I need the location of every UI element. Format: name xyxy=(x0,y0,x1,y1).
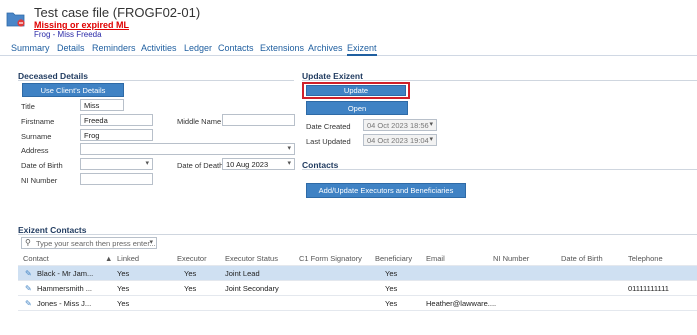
cell-executor: Yes xyxy=(184,269,197,278)
tab-exizent[interactable]: Exizent xyxy=(347,43,377,56)
tab-details[interactable]: Details xyxy=(57,43,85,53)
col-beneficiary[interactable]: Beneficiary xyxy=(375,254,412,263)
last-updated-field: 04 Oct 2023 19:04 ▾ xyxy=(363,134,437,146)
dob-field[interactable]: ▾ xyxy=(80,158,153,170)
case-folder-icon xyxy=(6,10,26,28)
firstname-field[interactable]: Freeda xyxy=(80,114,153,126)
cell-email: Heather@lawware.... xyxy=(426,299,497,308)
grid-header-row: Contact ▲ Linked Executor Executor Statu… xyxy=(18,251,697,266)
cell-contact: Black - Mr Jam... xyxy=(37,269,94,278)
date-created-value: 04 Oct 2023 18:56 xyxy=(367,121,429,130)
tab-bar: Summary Details Reminders Activities Led… xyxy=(0,42,697,56)
cell-executor-status: Joint Secondary xyxy=(225,284,279,293)
tab-extensions[interactable]: Extensions xyxy=(260,43,304,53)
last-updated-value: 04 Oct 2023 19:04 xyxy=(367,136,429,145)
chevron-down-icon[interactable]: ▾ xyxy=(145,159,149,167)
missing-ml-warning[interactable]: Missing or expired ML xyxy=(34,20,129,30)
firstname-label: Firstname xyxy=(21,117,55,126)
search-icon: ⚲ xyxy=(25,238,31,247)
col-email[interactable]: Email xyxy=(426,254,445,263)
cell-linked: Yes xyxy=(117,299,130,308)
cell-beneficiary: Yes xyxy=(385,284,398,293)
date-created-label: Date Created xyxy=(306,122,351,131)
cell-contact: Jones - Miss J... xyxy=(37,299,92,308)
cell-linked: Yes xyxy=(117,269,130,278)
surname-label: Surname xyxy=(21,132,52,141)
col-telephone[interactable]: Telephone xyxy=(628,254,663,263)
ni-number-label: NI Number xyxy=(21,176,58,185)
cell-telephone: 01111111111 xyxy=(628,284,669,293)
address-label: Address xyxy=(21,146,49,155)
open-button[interactable]: Open xyxy=(306,101,408,115)
chevron-down-icon[interactable]: ▾ xyxy=(287,144,291,152)
edit-pencil-icon[interactable]: ✎ xyxy=(25,269,32,278)
ni-number-field[interactable] xyxy=(80,173,153,185)
cell-executor-status: Joint Lead xyxy=(225,269,260,278)
divider xyxy=(302,80,697,81)
chevron-down-icon[interactable]: ▾ xyxy=(287,159,291,167)
cell-contact: Hammersmith ... xyxy=(37,284,93,293)
address-field[interactable]: ▾ xyxy=(80,143,295,155)
date-created-field: 04 Oct 2023 18:56 ▾ xyxy=(363,119,437,131)
header: Test case file (FROGF02-01) Missing or e… xyxy=(0,0,697,42)
tab-reminders[interactable]: Reminders xyxy=(92,43,136,53)
middle-name-field[interactable] xyxy=(222,114,295,126)
cell-executor: Yes xyxy=(184,284,197,293)
search-placeholder: Type your search then press enter... xyxy=(36,239,156,248)
col-executor-status[interactable]: Executor Status xyxy=(225,254,278,263)
exizent-contacts-grid: Contact ▲ Linked Executor Executor Statu… xyxy=(18,251,697,335)
table-row[interactable]: ✎ Black - Mr Jam... Yes Yes Joint Lead Y… xyxy=(18,266,697,281)
cell-beneficiary: Yes xyxy=(385,299,398,308)
divider xyxy=(302,169,697,170)
col-executor[interactable]: Executor xyxy=(177,254,207,263)
table-row[interactable]: ✎ Hammersmith ... Yes Yes Joint Secondar… xyxy=(18,281,697,296)
last-updated-label: Last Updated xyxy=(306,137,351,146)
tab-contacts[interactable]: Contacts xyxy=(218,43,254,53)
divider xyxy=(18,80,294,81)
surname-field[interactable]: Frog xyxy=(80,129,153,141)
col-contact[interactable]: Contact xyxy=(23,254,49,263)
client-link[interactable]: Frog - Miss Freeda xyxy=(34,30,102,39)
dob-label: Date of Birth xyxy=(21,161,63,170)
cell-linked: Yes xyxy=(117,284,130,293)
col-date-of-birth[interactable]: Date of Birth xyxy=(561,254,603,263)
col-ni-number[interactable]: NI Number xyxy=(493,254,529,263)
edit-pencil-icon[interactable]: ✎ xyxy=(25,299,32,308)
divider xyxy=(18,234,697,235)
use-clients-details-button[interactable]: Use Client's Details xyxy=(22,83,124,97)
dod-value: 10 Aug 2023 xyxy=(226,160,269,169)
tab-activities[interactable]: Activities xyxy=(141,43,177,53)
table-row[interactable]: ✎ Jones - Miss J... Yes Yes Heather@laww… xyxy=(18,296,697,311)
cell-beneficiary: Yes xyxy=(385,269,398,278)
col-c1-form-signatory[interactable]: C1 Form Signatory xyxy=(299,254,362,263)
update-button[interactable]: Update xyxy=(306,85,406,96)
col-linked[interactable]: Linked xyxy=(117,254,139,263)
dod-label: Date of Death xyxy=(177,161,224,170)
tab-archives[interactable]: Archives xyxy=(308,43,343,53)
tab-ledger[interactable]: Ledger xyxy=(184,43,212,53)
tab-summary[interactable]: Summary xyxy=(11,43,50,53)
case-title: Test case file (FROGF02-01) xyxy=(34,5,201,20)
contacts-search-input[interactable]: ⚲ Type your search then press enter... ▾ xyxy=(21,237,157,249)
add-update-executors-button[interactable]: Add/Update Executors and Beneficiaries xyxy=(306,183,466,198)
edit-pencil-icon[interactable]: ✎ xyxy=(25,284,32,293)
title-field[interactable]: Miss xyxy=(80,99,124,111)
chevron-down-icon: ▾ xyxy=(429,121,433,128)
dod-field[interactable]: 10 Aug 2023 ▾ xyxy=(222,158,295,170)
sort-up-icon[interactable]: ▲ xyxy=(105,254,112,263)
middle-name-label: Middle Name xyxy=(177,117,222,126)
title-label: Title xyxy=(21,102,35,111)
chevron-down-icon: ▾ xyxy=(429,136,433,143)
chevron-down-icon[interactable]: ▾ xyxy=(149,238,153,246)
